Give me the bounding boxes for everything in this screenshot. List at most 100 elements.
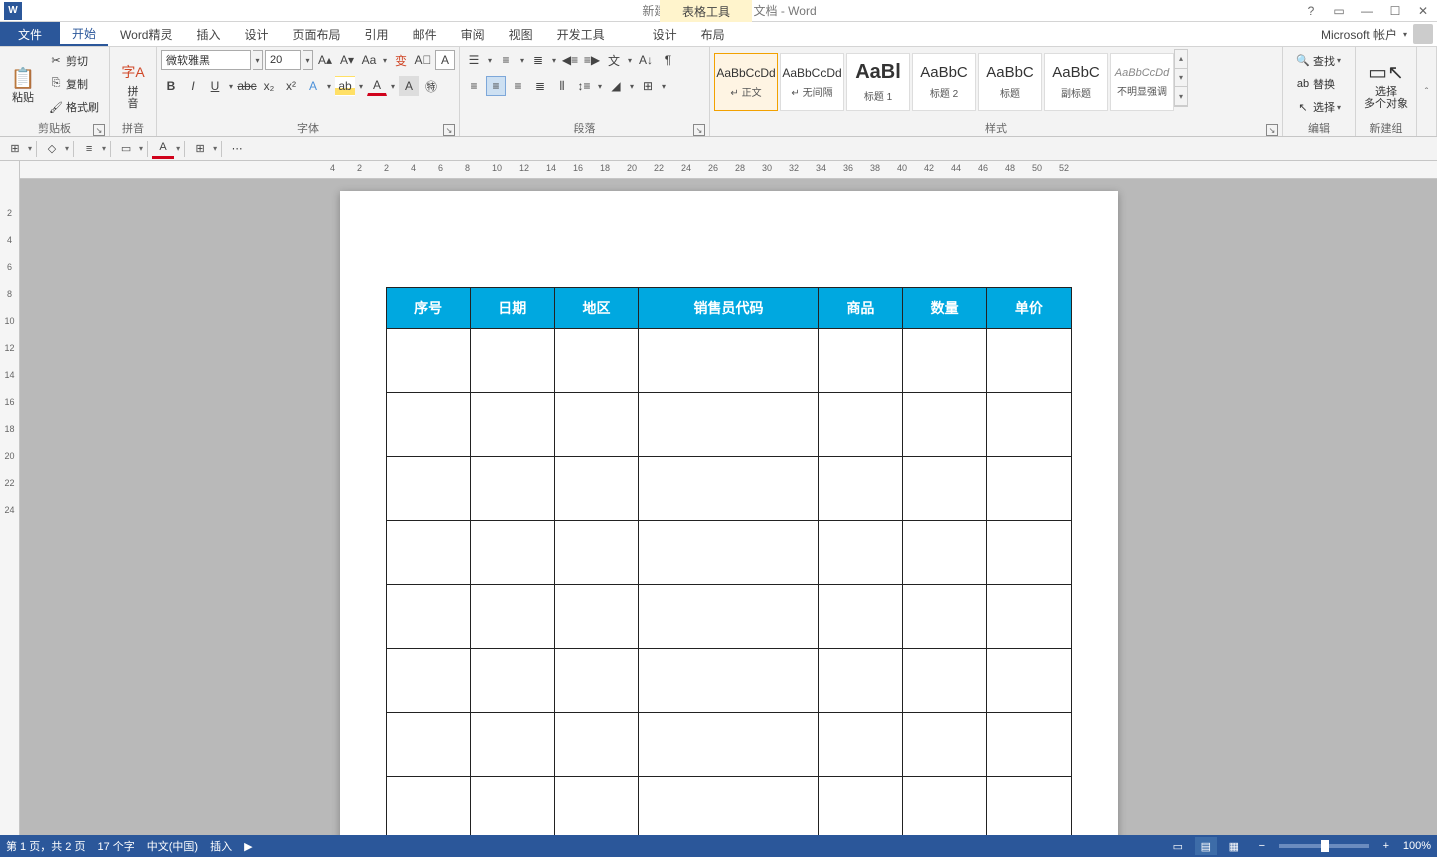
enclose-characters-button[interactable]: ㊕ (421, 76, 441, 96)
table-cell[interactable] (639, 521, 819, 585)
table-cell[interactable] (639, 457, 819, 521)
table-cell[interactable] (470, 777, 554, 836)
dialog-launcher-icon[interactable]: ↘ (1266, 124, 1278, 136)
tab-review[interactable]: 审阅 (449, 22, 497, 46)
table-cell[interactable] (903, 585, 987, 649)
style-item[interactable]: AaBbCcDd↵ 正文 (714, 53, 778, 111)
tab-table-layout[interactable]: 布局 (689, 22, 737, 46)
justify-button[interactable]: ≣ (530, 76, 550, 96)
data-table[interactable]: 序号日期地区销售员代码商品数量单价 (386, 287, 1072, 835)
table-header-cell[interactable]: 销售员代码 (639, 288, 819, 329)
table-cell[interactable] (987, 329, 1071, 393)
chevron-down-icon[interactable]: ▾ (1335, 56, 1343, 65)
table-cell[interactable] (639, 649, 819, 713)
table-cell[interactable] (386, 585, 470, 649)
table-cell[interactable] (470, 713, 554, 777)
table-header-cell[interactable]: 地区 (554, 288, 638, 329)
style-item[interactable]: AaBbCcDd↵ 无间隔 (780, 53, 844, 111)
qat-item[interactable]: ≡ (78, 139, 100, 159)
table-cell[interactable] (903, 713, 987, 777)
chevron-down-icon[interactable]: ▾ (486, 56, 494, 65)
table-cell[interactable] (470, 393, 554, 457)
table-cell[interactable] (818, 713, 902, 777)
chevron-down-icon[interactable]: ▾ (518, 56, 526, 65)
phonetic-guide-button[interactable]: 变 (391, 50, 411, 70)
chevron-down-icon[interactable]: ▾ (626, 56, 634, 65)
page[interactable]: 序号日期地区销售员代码商品数量单价 (340, 191, 1118, 835)
tab-pagelayout[interactable]: 页面布局 (281, 22, 353, 46)
tab-home[interactable]: 开始 (60, 22, 108, 46)
table-row[interactable] (386, 777, 1071, 836)
table-cell[interactable] (987, 521, 1071, 585)
chevron-down-icon[interactable]: ▾ (596, 82, 604, 91)
slider-thumb[interactable] (1321, 840, 1329, 852)
show-marks-button[interactable]: ¶ (658, 50, 678, 70)
zoom-slider[interactable] (1279, 844, 1369, 848)
table-cell[interactable] (554, 713, 638, 777)
chevron-down-icon[interactable]: ▾ (660, 82, 668, 91)
collapse-ribbon[interactable]: ˆ (1417, 47, 1437, 136)
table-cell[interactable] (987, 649, 1071, 713)
shrink-font-button[interactable]: A▾ (337, 50, 357, 70)
bullets-button[interactable]: ☰ (464, 50, 484, 70)
table-cell[interactable] (903, 777, 987, 836)
table-row[interactable] (386, 585, 1071, 649)
table-row[interactable] (386, 329, 1071, 393)
table-header-cell[interactable]: 序号 (386, 288, 470, 329)
table-cell[interactable] (818, 585, 902, 649)
table-cell[interactable] (554, 649, 638, 713)
table-cell[interactable] (386, 713, 470, 777)
align-right-button[interactable]: ≡ (508, 76, 528, 96)
qat-item[interactable]: ⊞ (4, 139, 26, 159)
zoom-out-icon[interactable]: − (1251, 837, 1273, 855)
table-cell[interactable] (554, 329, 638, 393)
tab-file[interactable]: 文件 (0, 22, 60, 46)
align-center-button[interactable]: ≡ (486, 76, 506, 96)
status-language[interactable]: 中文(中国) (147, 838, 198, 854)
web-layout-icon[interactable]: ▦ (1223, 837, 1245, 855)
select-button[interactable]: ↖选择▾ (1291, 97, 1347, 117)
close-icon[interactable]: ✕ (1409, 0, 1437, 22)
table-cell[interactable] (987, 777, 1071, 836)
decrease-indent-button[interactable]: ◀≡ (560, 50, 580, 70)
table-cell[interactable] (903, 457, 987, 521)
line-spacing-button[interactable]: ↕≡ (574, 76, 594, 96)
avatar[interactable] (1413, 24, 1433, 44)
bold-button[interactable]: B (161, 76, 181, 96)
zoom-level[interactable]: 100% (1403, 840, 1431, 852)
superscript-button[interactable]: x² (281, 76, 301, 96)
qat-item[interactable]: A (152, 139, 174, 159)
tab-mailings[interactable]: 邮件 (401, 22, 449, 46)
table-cell[interactable] (818, 393, 902, 457)
table-header-cell[interactable]: 日期 (470, 288, 554, 329)
table-cell[interactable] (470, 649, 554, 713)
gallery-expand-icon[interactable]: ▾ (1175, 87, 1187, 106)
table-row[interactable] (386, 521, 1071, 585)
table-cell[interactable] (818, 649, 902, 713)
chevron-down-icon[interactable]: ▾ (389, 82, 397, 91)
asian-layout-button[interactable]: 文 (604, 50, 624, 70)
qat-item[interactable]: ⊞ (189, 139, 211, 159)
font-color-button[interactable]: A (367, 76, 387, 96)
tab-table-design[interactable]: 设计 (641, 22, 689, 46)
highlight-button[interactable]: ab (335, 76, 355, 96)
chevron-down-icon[interactable]: ▾ (381, 56, 389, 65)
arrow-down-icon[interactable]: ▾ (1175, 69, 1187, 88)
table-cell[interactable] (639, 777, 819, 836)
table-row[interactable] (386, 457, 1071, 521)
character-shading-button[interactable]: A (399, 76, 419, 96)
sort-button[interactable]: A↓ (636, 50, 656, 70)
horizontal-ruler[interactable]: 4224681012141618202224262830323436384042… (20, 161, 1437, 179)
font-name-select[interactable]: 微软雅黑 (161, 50, 251, 70)
table-cell[interactable] (386, 777, 470, 836)
table-cell[interactable] (639, 393, 819, 457)
font-size-select[interactable]: 20 (265, 50, 301, 70)
table-cell[interactable] (554, 457, 638, 521)
table-cell[interactable] (903, 329, 987, 393)
table-cell[interactable] (554, 521, 638, 585)
table-cell[interactable] (903, 393, 987, 457)
distributed-button[interactable]: ⫴ (552, 76, 572, 96)
help-icon[interactable]: ? (1297, 0, 1325, 22)
replace-button[interactable]: ab替换 (1291, 74, 1347, 94)
table-header-cell[interactable]: 商品 (818, 288, 902, 329)
